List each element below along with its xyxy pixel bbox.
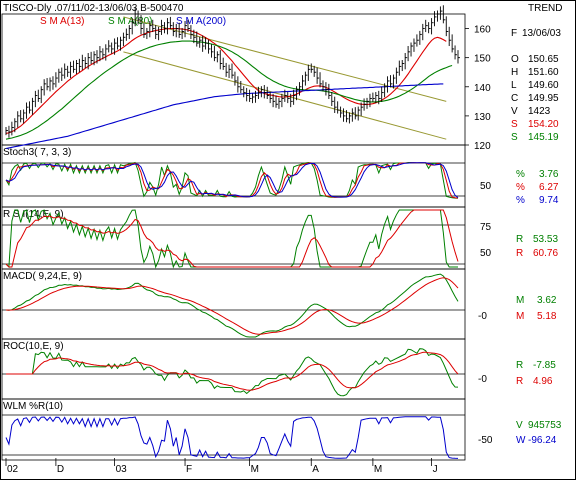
x-tick-label: D: [57, 464, 64, 475]
rsi-readouts: R 53.53 R 60.76: [516, 234, 558, 259]
trend-label: TREND: [528, 3, 562, 14]
readout-key: V: [516, 420, 523, 431]
readout-value: -7.85: [533, 360, 556, 371]
info-key: S: [511, 119, 518, 130]
wlm-title: WLM %R(10): [3, 401, 63, 412]
info-key: H: [511, 67, 518, 78]
chart-marks: 160 150 140 130 120 02 D 03 F M A M J: [5, 5, 491, 475]
rsi-signal-line: [5, 209, 459, 268]
roc-axis-zero: -0: [478, 374, 487, 385]
x-tick-label: M: [251, 464, 259, 475]
macd-line: [5, 273, 459, 338]
readout-key: W: [516, 435, 526, 446]
readout-key: R: [516, 248, 523, 259]
chart-frame: [0, 0, 576, 480]
readout-value: 60.76: [533, 248, 558, 259]
chart-title: TISCO-Dly .07/11/02-13/06/03 B-500470: [3, 3, 184, 14]
roc-readouts: R -7.85 R 4.96: [516, 360, 556, 387]
readout-value: 3.62: [537, 295, 557, 306]
wlm-axis-50: -50: [478, 435, 493, 446]
readout-value: 4.96: [533, 376, 553, 387]
macd-title: MACD( 9,24,E, 9): [3, 271, 82, 282]
stoch-panel: [1, 144, 466, 208]
readout-key: %: [516, 182, 525, 193]
readout-key: R: [516, 376, 523, 387]
sma13-line: [5, 28, 447, 134]
x-tick-label: J: [433, 464, 438, 475]
roc-line: [6, 348, 459, 397]
wlm-readouts: V 945753 W -96.24: [516, 420, 562, 446]
stoch-readouts: % 3.76 % 6.27 % 9.74: [516, 169, 559, 206]
readout-value: 3.76: [539, 169, 559, 180]
readout-value: 9.74: [539, 195, 559, 206]
price-tick-label: 120: [474, 141, 491, 152]
macd-readouts: M 3.62 M 5.18: [516, 295, 557, 322]
rsi-axis-50: 50: [480, 248, 492, 259]
info-value: 145.19: [528, 132, 559, 143]
info-value: 1423: [528, 106, 551, 117]
chart-svg: TISCO-Dly .07/11/02-13/06/03 B-500470 TR…: [0, 0, 576, 480]
wlm-panel: [1, 398, 466, 461]
info-key: C: [511, 93, 518, 104]
legend-sma200: S M A(200): [176, 16, 226, 27]
info-key: L: [511, 80, 517, 91]
price-tick-label: 160: [474, 25, 491, 36]
readout-key: M: [516, 311, 524, 322]
readout-value: 945753: [528, 420, 562, 431]
readout-value: 5.18: [537, 311, 557, 322]
readout-key: %: [516, 195, 525, 206]
x-tick-label: A: [312, 464, 319, 475]
trendline: [123, 16, 447, 102]
readout-key: %: [516, 169, 525, 180]
rsi-axis-75: 75: [480, 222, 492, 233]
sma30-line: [5, 40, 453, 140]
info-value: 13/06/03: [522, 28, 561, 39]
macd-signal-line: [5, 277, 459, 335]
x-tick-label: M: [374, 464, 382, 475]
info-value: 150.65: [528, 54, 559, 65]
wlm-line: [5, 416, 459, 459]
x-tick-label: 03: [116, 464, 128, 475]
info-value: 149.95: [528, 93, 559, 104]
price-tick-label: 130: [474, 112, 491, 123]
readout-value: 53.53: [533, 234, 558, 245]
readout-key: M: [516, 295, 524, 306]
roc-signal-line: [6, 351, 459, 391]
x-tick-label: F: [186, 464, 192, 475]
info-value: 149.60: [528, 80, 559, 91]
info-key: V: [511, 106, 518, 117]
readout-key: R: [516, 234, 523, 245]
macd-axis-zero: -0: [478, 311, 487, 322]
legend-sma30: S M A(30): [108, 16, 152, 27]
roc-title: ROC(10,E, 9): [3, 341, 64, 352]
info-key: F: [511, 28, 517, 39]
info-key: O: [511, 54, 519, 65]
sma200-line: [5, 83, 444, 150]
readout-key: R: [516, 360, 523, 371]
legend-sma13: S M A(13): [40, 16, 84, 27]
info-value: 154.20: [528, 119, 559, 130]
readout-value: 6.27: [539, 182, 559, 193]
x-tick-label: 02: [7, 464, 19, 475]
chart-window: TISCO-Dly .07/11/02-13/06/03 B-500470 TR…: [0, 0, 576, 480]
info-box: F 13/06/03 O 150.65 H 151.60 L 149.60 C …: [511, 28, 561, 143]
price-tick-label: 150: [474, 54, 491, 65]
info-value: 151.60: [528, 67, 559, 78]
price-tick-label: 140: [474, 83, 491, 94]
stoch-title: Stoch3( 7, 3, 3): [3, 147, 71, 158]
stoch-axis-50: 50: [480, 181, 492, 192]
info-key: S: [511, 132, 518, 143]
readout-value: -96.24: [528, 435, 557, 446]
